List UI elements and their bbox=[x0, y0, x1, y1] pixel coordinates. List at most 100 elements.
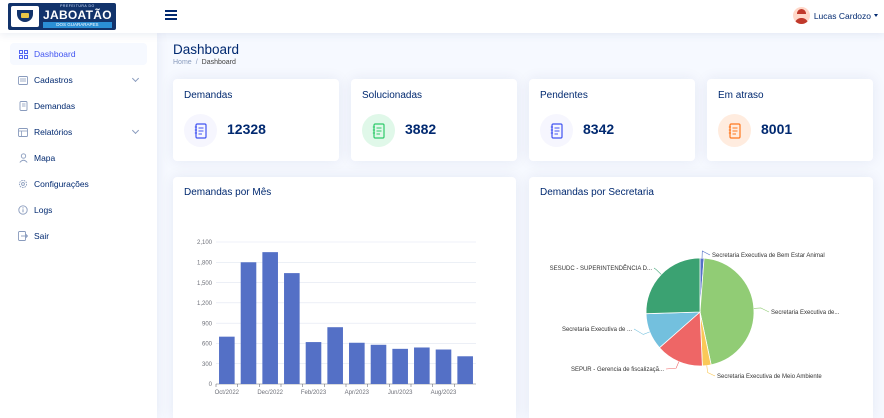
chevron-down-icon bbox=[131, 126, 140, 135]
bar-chart: 0 300 600 900 1,200 1,500 1,800 2,100 Oct/2022 De… bbox=[197, 240, 476, 396]
toggle-sidebar-icon[interactable] bbox=[165, 10, 177, 20]
y-tick-label: 600 bbox=[202, 342, 213, 348]
city-crest-icon bbox=[11, 6, 39, 27]
x-tick-label: Dec/2022 bbox=[257, 390, 283, 396]
bar-Sep/2023 bbox=[457, 356, 473, 384]
demandas-por-mes-card: Demandas por Mês 0 300 600 900 1,200 1,500 1,8… bbox=[173, 177, 516, 418]
logo-main-text: JABOATÃO bbox=[43, 7, 112, 22]
x-tick-label: Oct/2022 bbox=[215, 390, 240, 396]
breadcrumb-current: Dashboard bbox=[201, 59, 236, 66]
sidebar-item-demandas[interactable]: Demandas bbox=[10, 95, 147, 117]
bar-Feb/2023 bbox=[305, 342, 322, 384]
pie-slice bbox=[645, 257, 701, 315]
y-tick-label: 1,800 bbox=[197, 260, 213, 266]
stat-value: 12328 bbox=[227, 121, 266, 137]
sidebar-item-label: Configurações bbox=[34, 179, 89, 189]
stat-card-pendentes: Pendentes 8342 bbox=[529, 79, 695, 161]
sidebar-item-label: Sair bbox=[34, 231, 50, 241]
journal-icon bbox=[18, 101, 28, 111]
y-tick-label: 900 bbox=[202, 321, 213, 327]
stat-card-em-atraso: Em atraso 8001 bbox=[707, 79, 873, 161]
sidebar-item-label: Relatórios bbox=[34, 127, 73, 137]
user-menu[interactable]: Lucas Cardozo bbox=[792, 7, 878, 24]
bar-Aug/2023 bbox=[435, 349, 452, 384]
sidebar-item-dashboard[interactable]: Dashboard bbox=[10, 43, 147, 65]
caret-down-icon bbox=[874, 14, 878, 17]
avatar bbox=[792, 7, 810, 24]
journal-text-icon bbox=[718, 114, 751, 147]
pie-slice-label: Secretaria Executiva de ... bbox=[562, 327, 632, 333]
sidebar-item-cadastros[interactable]: Cadastros bbox=[10, 69, 147, 91]
logo-sub-text: DOS GUARARAPES bbox=[43, 21, 112, 28]
person-icon bbox=[18, 153, 28, 163]
pie-label-line bbox=[753, 307, 770, 313]
bar-Apr/2023 bbox=[349, 342, 365, 384]
pie-slice-label: SEPUR - Gerencia de fiscalizaçã... bbox=[571, 367, 664, 373]
stat-title: Pendentes bbox=[540, 90, 588, 101]
stat-value: 8342 bbox=[583, 121, 615, 137]
user-name: Lucas Cardozo bbox=[813, 10, 871, 21]
stat-title: Em atraso bbox=[718, 90, 764, 101]
gear-icon bbox=[18, 179, 28, 189]
bar-Jun/2023 bbox=[392, 348, 408, 384]
stat-value: 3882 bbox=[405, 121, 437, 137]
bar-Mar/2023 bbox=[327, 327, 343, 384]
pie-slice-label: Secretaria Executiva de Bem Estar Animal bbox=[712, 253, 825, 259]
bar-May/2023 bbox=[370, 344, 387, 384]
stat-card-solucionadas: Solucionadas 3882 bbox=[351, 79, 517, 161]
sidebar-item-label: Mapa bbox=[34, 153, 56, 163]
pie-label-line bbox=[633, 328, 650, 335]
box-arrow-right-icon bbox=[18, 231, 28, 241]
pie-slice-label: Secretaria Executiva de Meio Ambiente bbox=[717, 374, 822, 380]
stat-card-demandas: Demandas 12328 bbox=[173, 79, 339, 161]
stat-title: Solucionadas bbox=[362, 90, 423, 101]
sidebar-item-sair[interactable]: Sair bbox=[10, 225, 147, 247]
logo-wordmark: PREFEITURA DO JABOATÃO DOS GUARARAPES bbox=[43, 4, 112, 28]
bar-Jul/2023 bbox=[414, 347, 430, 384]
y-tick-label: 0 bbox=[209, 382, 213, 388]
layout-text-icon bbox=[18, 127, 28, 137]
sidebar-item-logs[interactable]: Logs bbox=[10, 199, 147, 221]
pie-chart: Secretaria Executiva de Bem Estar Animal… bbox=[550, 250, 840, 380]
bar-Jan/2023 bbox=[284, 273, 300, 384]
journal-text-icon bbox=[362, 114, 395, 147]
stat-value: 8001 bbox=[761, 121, 793, 137]
jaboatao-logo[interactable]: PREFEITURA DO JABOATÃO DOS GUARARAPES bbox=[8, 3, 116, 30]
journal-text-icon bbox=[540, 114, 573, 147]
y-tick-label: 300 bbox=[202, 362, 213, 368]
sidebar: Dashboard Cadastros Demandas Relatórios … bbox=[0, 33, 157, 418]
stat-title: Demandas bbox=[184, 90, 233, 101]
grid-icon bbox=[18, 49, 28, 59]
demandas-por-secretaria-card: Demandas por Secretaria Secretaria Execu… bbox=[529, 177, 873, 418]
bar-Nov/2022 bbox=[240, 262, 257, 384]
y-tick-label: 1,200 bbox=[197, 301, 213, 307]
pie-slice-label: Secretaria Executiva de... bbox=[771, 310, 840, 316]
pie-label-line bbox=[706, 365, 716, 377]
sidebar-item-mapa[interactable]: Mapa bbox=[10, 147, 147, 169]
sidebar-item-label: Cadastros bbox=[34, 75, 73, 85]
sidebar-item-configuracoes[interactable]: Configurações bbox=[10, 173, 147, 195]
bar-Oct/2022 bbox=[219, 336, 235, 384]
x-tick-label: Aug/2023 bbox=[431, 390, 457, 396]
x-tick-label: Jun/2023 bbox=[388, 390, 413, 396]
pie-label-line bbox=[653, 267, 662, 275]
top-header: PREFEITURA DO JABOATÃO DOS GUARARAPES Lu… bbox=[0, 0, 884, 33]
sidebar-item-label: Demandas bbox=[34, 101, 76, 111]
sidebar-item-label: Logs bbox=[34, 205, 53, 215]
breadcrumb: Home / Dashboard bbox=[173, 59, 236, 66]
menu-button-icon bbox=[18, 75, 28, 85]
y-tick-label: 1,500 bbox=[197, 281, 213, 287]
bar-Dec/2022 bbox=[262, 252, 278, 384]
journal-text-icon bbox=[184, 114, 217, 147]
breadcrumb-home-link[interactable]: Home bbox=[173, 59, 192, 66]
chevron-down-icon bbox=[131, 74, 140, 83]
pie-slice-label: SESUDC - SUPERINTENDÊNCIA D... bbox=[550, 264, 653, 272]
y-tick-label: 2,100 bbox=[197, 240, 213, 246]
info-circle-icon bbox=[18, 205, 28, 215]
pie-label-line bbox=[665, 361, 680, 370]
sidebar-item-label: Dashboard bbox=[34, 49, 76, 59]
x-tick-label: Feb/2023 bbox=[301, 390, 327, 396]
page-title: Dashboard bbox=[173, 42, 240, 57]
x-tick-label: Apr/2023 bbox=[345, 390, 370, 396]
sidebar-item-relatorios[interactable]: Relatórios bbox=[10, 121, 147, 143]
